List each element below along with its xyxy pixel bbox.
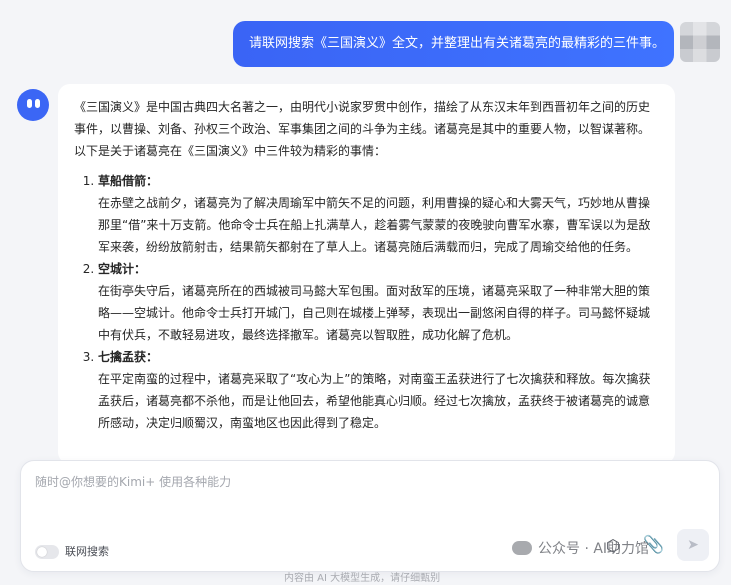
- list-item: 草船借箭： 在赤壁之战前夕，诸葛亮为了解决周瑜军中箭矢不足的问题，利用曹操的疑心…: [98, 170, 661, 258]
- footer-note: 内容由 AI 大模型生成，请仔细甄别: [284, 573, 441, 584]
- send-button[interactable]: ➤: [677, 529, 709, 561]
- list-item: 七擒孟获： 在平定南蛮的过程中，诸葛亮采取了“攻心为上”的策略，对南蛮王孟获进行…: [98, 346, 661, 434]
- message-input[interactable]: [33, 471, 697, 535]
- bot-eye-right: [35, 99, 40, 108]
- answer-intro: 《三国演义》是中国古典四大名著之一，由明代小说家罗贯中创作，描绘了从东汉末年到西…: [74, 100, 651, 158]
- item-body: 在街亭失守后，诸葛亮所在的西城被司马懿大军包围。面对敌军的压境，诸葛亮采取了一种…: [98, 284, 651, 342]
- web-search-label: 联网搜索: [65, 545, 109, 558]
- item-title: 空城计：: [98, 262, 147, 276]
- item-body: 在平定南蛮的过程中，诸葛亮采取了“攻心为上”的策略，对南蛮王孟获进行了七次擒获和…: [98, 372, 651, 430]
- answer-list: 草船借箭： 在赤壁之战前夕，诸葛亮为了解决周瑜军中箭矢不足的问题，利用曹操的疑心…: [74, 170, 661, 434]
- assistant-answer: 《三国演义》是中国古典四大名著之一，由明代小说家罗贯中创作，描绘了从东汉末年到西…: [58, 84, 675, 464]
- item-body: 在赤壁之战前夕，诸葛亮为了解决周瑜军中箭矢不足的问题，利用曹操的疑心和大雾天气，…: [98, 196, 651, 254]
- send-icon: ➤: [687, 537, 699, 553]
- watermark-text: 公众号 · AI助力馆: [538, 541, 650, 557]
- watermark: 公众号 · AI助力馆: [512, 539, 649, 559]
- list-item: 空城计： 在街亭失守后，诸葛亮所在的西城被司马懿大军包围。面对敌军的压境，诸葛亮…: [98, 258, 661, 346]
- item-title: 草船借箭：: [98, 174, 159, 188]
- user-message-bubble: 请联网搜索《三国演义》全文，并整理出有关诸葛亮的最精彩的三件事。: [233, 21, 674, 67]
- user-avatar: [680, 22, 720, 62]
- bot-eye-left: [27, 99, 32, 108]
- web-search-toggle[interactable]: [35, 545, 59, 559]
- user-message-text: 请联网搜索《三国演义》全文，并整理出有关诸葛亮的最精彩的三件事。: [249, 36, 666, 51]
- kimi-bot-icon: [17, 89, 49, 121]
- wechat-icon: [512, 541, 532, 555]
- item-title: 七擒孟获：: [98, 350, 159, 364]
